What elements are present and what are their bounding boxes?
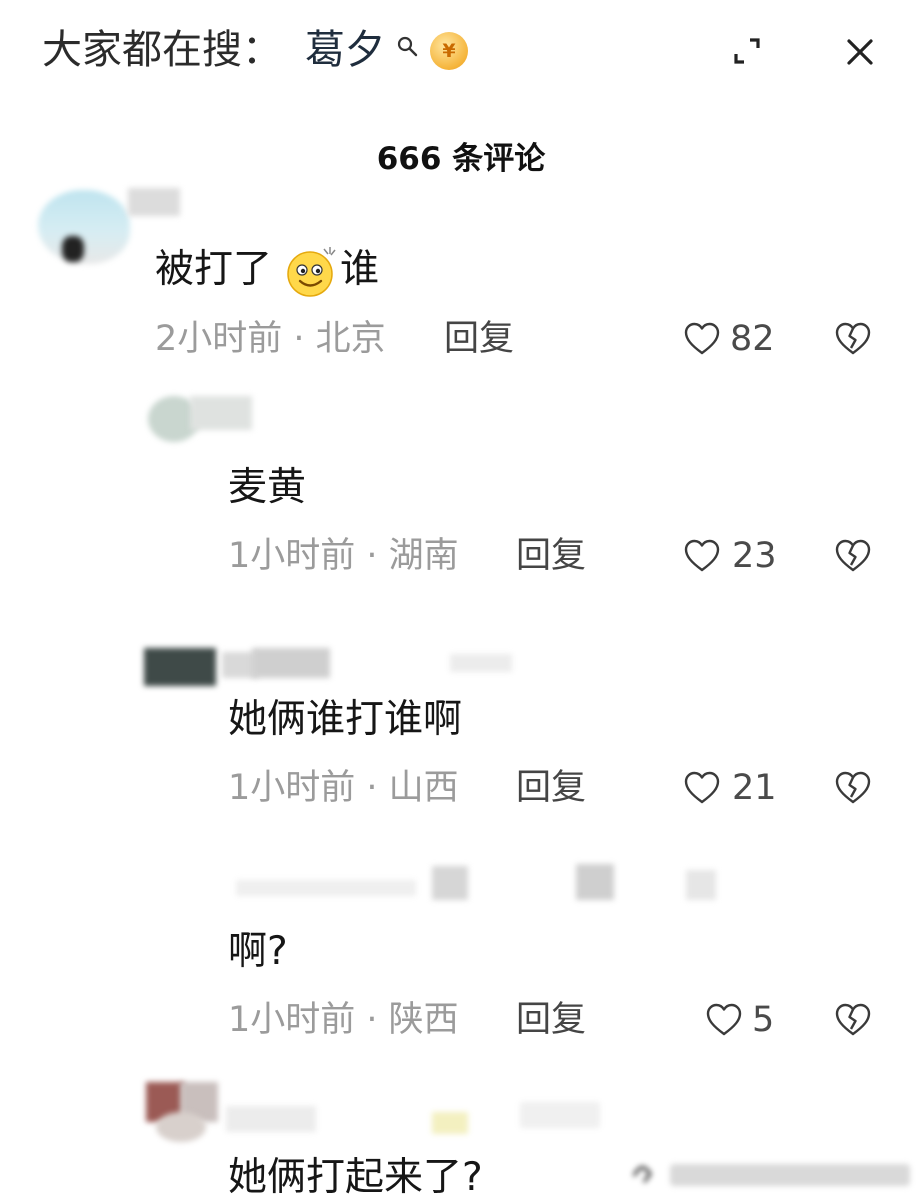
avatar-detail bbox=[62, 236, 84, 262]
username-blurred[interactable] bbox=[576, 864, 614, 900]
like-count: 82 bbox=[730, 319, 775, 359]
username-blurred[interactable] bbox=[686, 870, 716, 900]
heart-icon[interactable] bbox=[683, 537, 721, 575]
search-icon[interactable] bbox=[395, 34, 419, 58]
coin-icon: ¥ bbox=[430, 32, 468, 70]
reply-button[interactable]: 回复 bbox=[516, 997, 586, 1043]
username-blurred bbox=[236, 880, 416, 896]
reply-button[interactable]: 回复 bbox=[444, 316, 514, 362]
close-icon[interactable] bbox=[842, 34, 878, 70]
username-blurred bbox=[450, 654, 512, 672]
hot-search-prefix: 大家都在搜： bbox=[42, 27, 282, 73]
dislike-broken-heart-icon[interactable] bbox=[834, 1001, 872, 1039]
comment-time-location: 1小时前 · 陕西 bbox=[228, 1000, 459, 1040]
avatar[interactable] bbox=[144, 648, 216, 686]
avatar[interactable] bbox=[156, 1112, 206, 1142]
username-blurred[interactable] bbox=[190, 396, 252, 430]
hot-search-term[interactable]: 葛夕 bbox=[305, 24, 385, 76]
dislike-broken-heart-icon[interactable] bbox=[834, 537, 872, 575]
username-blurred[interactable] bbox=[226, 1106, 316, 1132]
comment-time-location: 1小时前 · 山西 bbox=[228, 768, 459, 808]
heart-icon[interactable] bbox=[683, 320, 721, 358]
comment-text: 她俩谁打谁啊 bbox=[228, 697, 463, 742]
username-blurred[interactable] bbox=[252, 648, 330, 678]
reply-button[interactable]: 回复 bbox=[516, 765, 586, 811]
avatar[interactable] bbox=[38, 190, 130, 264]
heart-icon[interactable] bbox=[683, 769, 721, 807]
like-count: 23 bbox=[732, 536, 777, 576]
username-blurred bbox=[432, 1112, 468, 1134]
comment-text: 被打了 bbox=[155, 247, 273, 292]
username-blurred bbox=[520, 1102, 600, 1128]
grinning-face-emoji bbox=[287, 247, 336, 297]
comment-text-suffix: 谁 bbox=[340, 247, 380, 292]
expand-icon[interactable] bbox=[730, 34, 764, 68]
like-count: 21 bbox=[732, 768, 777, 808]
comment-time-location: 2小时前 · 北京 bbox=[155, 319, 386, 359]
comment-text: 麦黄 bbox=[228, 465, 307, 510]
watermark-logo bbox=[632, 1164, 910, 1186]
reply-button[interactable]: 回复 bbox=[516, 533, 586, 579]
dislike-broken-heart-icon[interactable] bbox=[834, 769, 872, 807]
username-blurred[interactable] bbox=[128, 188, 180, 216]
comment-text: 啊? bbox=[228, 929, 288, 974]
username-blurred[interactable] bbox=[432, 866, 468, 900]
comments-count-title: 666 条评论 bbox=[376, 141, 546, 177]
comment-text: 她俩打起来了? bbox=[228, 1155, 483, 1200]
heart-icon[interactable] bbox=[705, 1001, 743, 1039]
like-count: 5 bbox=[752, 1000, 775, 1040]
comment-time-location: 1小时前 · 湖南 bbox=[228, 536, 459, 576]
dislike-broken-heart-icon[interactable] bbox=[834, 320, 872, 358]
